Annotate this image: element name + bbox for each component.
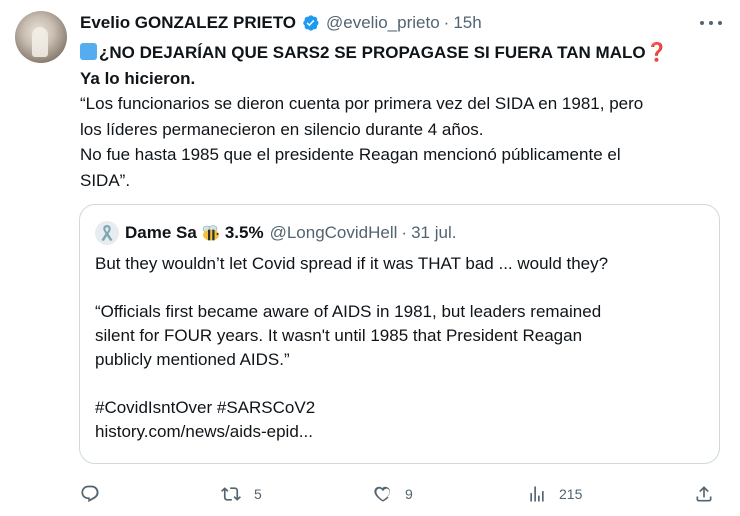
- reply-icon: [81, 485, 99, 503]
- quoted-author-handle[interactable]: @LongCovidHell: [270, 223, 398, 243]
- retweet-icon: [221, 487, 241, 501]
- tweet-line-3: “Los funcionarios se dieron cuenta por p…: [80, 94, 644, 113]
- views-button[interactable]: 215: [527, 482, 582, 506]
- reply-button[interactable]: [80, 482, 112, 506]
- quoted-link[interactable]: history.com/news/aids-epid...: [95, 420, 705, 444]
- author-handle[interactable]: @evelio_prieto: [326, 13, 440, 33]
- quoted-author-name-suffix: 3.5%: [224, 223, 264, 242]
- tweet-text: ¿NO DEJARÍAN QUE SARS2 SE PROPAGASE SI F…: [80, 40, 720, 193]
- share-icon: [696, 486, 712, 502]
- like-icon: [374, 486, 390, 502]
- header-separator: ·: [443, 13, 450, 32]
- author-name[interactable]: Evelio GONZALEZ PRIETO: [80, 13, 296, 33]
- views-icon: [530, 486, 544, 502]
- quoted-tweet-card[interactable]: Dame Sa 3.5% @LongCovidHell · 31 jul. Bu…: [79, 204, 720, 464]
- bee-icon: [200, 224, 222, 242]
- quoted-tweet-text: But they wouldn’t let Covid spread if it…: [95, 252, 705, 444]
- quoted-line-4: publicly mentioned AIDS.”: [95, 350, 290, 369]
- verified-badge-icon[interactable]: [300, 13, 320, 33]
- tweet-line-5: No fue hasta 1985 que el presidente Reag…: [80, 145, 621, 164]
- more-options-icon[interactable]: [700, 14, 722, 32]
- quoted-line-2: “Officials first became aware of AIDS in…: [95, 302, 602, 321]
- ribbon-icon: [101, 225, 113, 241]
- share-button[interactable]: [694, 482, 714, 506]
- quoted-tweet-header: Dame Sa 3.5% @LongCovidHell · 31 jul.: [95, 221, 456, 245]
- question-mark-emoji-icon: ❓: [645, 42, 668, 62]
- action-bar: 5 9 215: [0, 482, 740, 506]
- tweet-line-4: los líderes permanecieron en silencio du…: [80, 119, 484, 139]
- retweet-button[interactable]: 5: [220, 482, 262, 506]
- blue-square-emoji-icon: [80, 43, 97, 60]
- quoted-hashtags[interactable]: #CovidIsntOver #SARSCoV2: [95, 396, 705, 420]
- views-count: 215: [559, 486, 583, 502]
- tweet-line-6: SIDA”.: [80, 170, 131, 190]
- quoted-tweet-date[interactable]: 31 jul.: [411, 223, 456, 243]
- quoted-author-name[interactable]: Dame Sa: [125, 223, 197, 243]
- tweet-line-2: Ya lo hicieron.: [80, 68, 196, 88]
- quoted-author-avatar[interactable]: [95, 221, 119, 245]
- quoted-line-3: silent for FOUR years. It wasn't until 1…: [95, 326, 583, 345]
- tweet-header: Evelio GONZALEZ PRIETO @evelio_prieto · …: [80, 12, 482, 34]
- tweet-line-1: ¿NO DEJARÍAN QUE SARS2 SE PROPAGASE SI F…: [80, 40, 720, 66]
- retweet-count: 5: [254, 486, 262, 502]
- quoted-header-separator: ·: [401, 223, 408, 242]
- author-avatar[interactable]: [15, 11, 67, 63]
- quoted-line-1: But they wouldn’t let Covid spread if it…: [95, 254, 609, 273]
- like-button[interactable]: 9: [373, 482, 413, 506]
- tweet-time[interactable]: 15h: [453, 13, 481, 33]
- like-count: 9: [405, 486, 413, 502]
